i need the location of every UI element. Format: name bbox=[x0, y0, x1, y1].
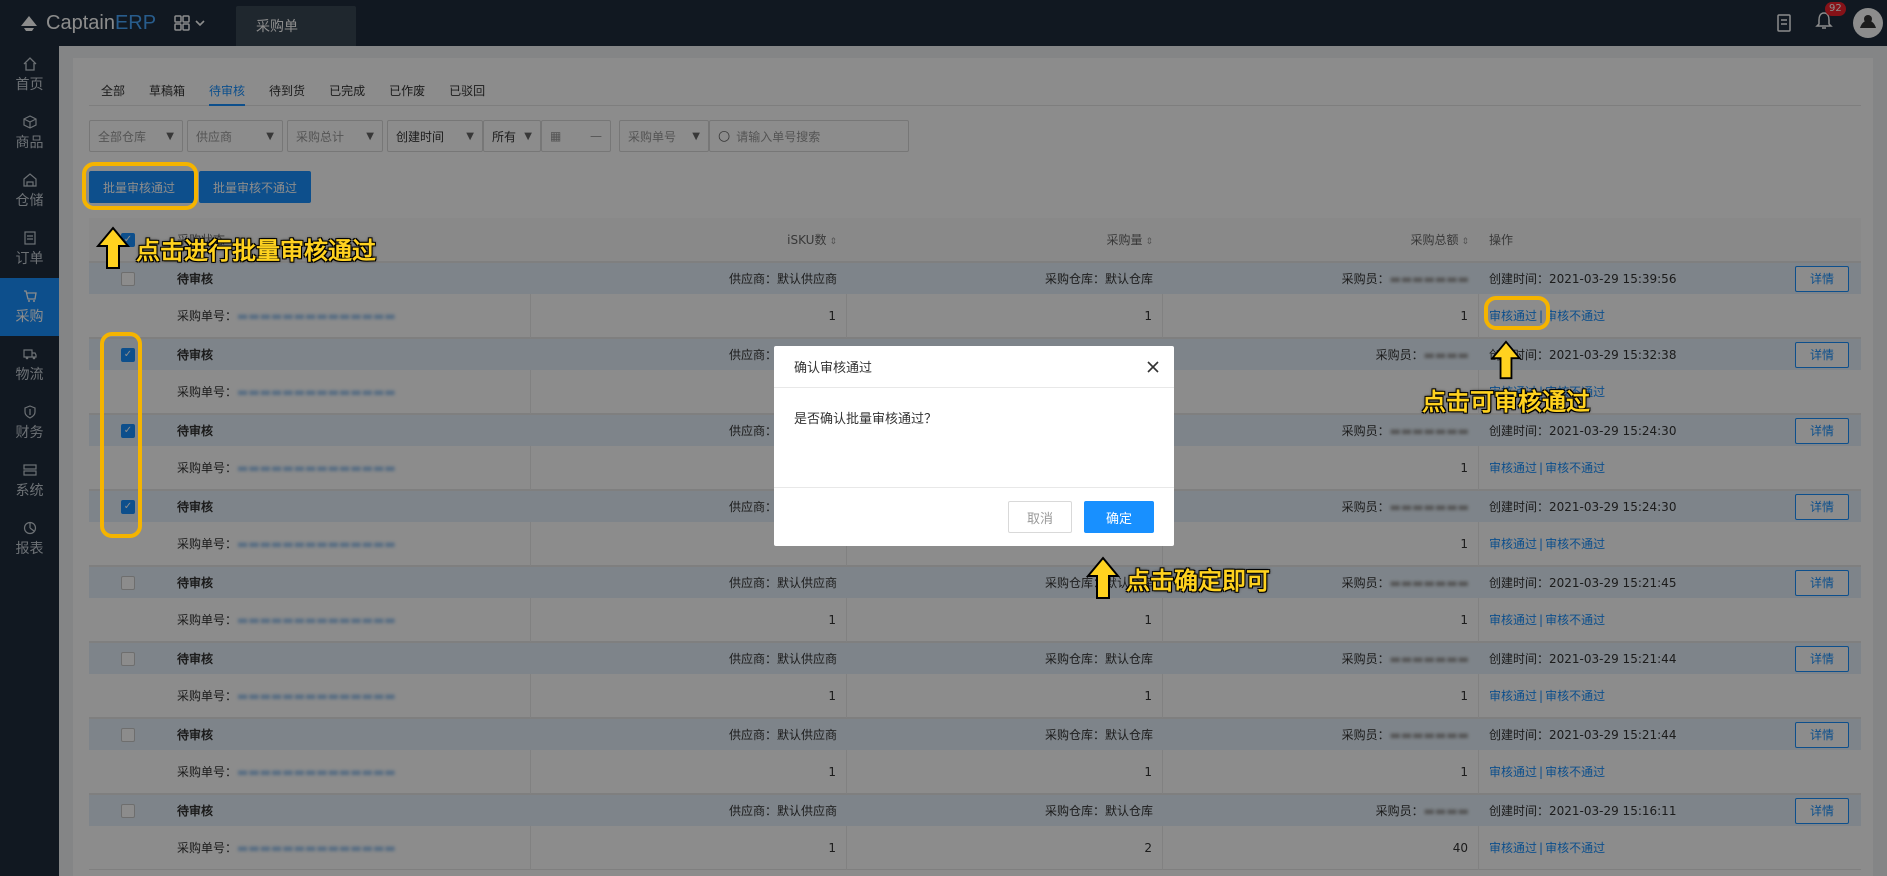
confirm-dialog: 确认审核通过 是否确认批量审核通过？ 取消 确定 bbox=[774, 346, 1174, 546]
annotation-single: 点击可审核通过 bbox=[1422, 340, 1590, 417]
annotation-confirm: 点击确定即可 bbox=[1086, 556, 1270, 600]
up-arrow-icon bbox=[1086, 556, 1120, 599]
up-arrow-icon bbox=[1490, 340, 1522, 380]
dialog-header: 确认审核通过 bbox=[774, 346, 1174, 388]
highlight-checkboxes bbox=[100, 332, 142, 538]
annotation-batch-text: 点击进行批量审核通过 bbox=[136, 236, 376, 265]
close-icon[interactable] bbox=[1146, 360, 1160, 374]
dialog-message: 是否确认批量审核通过？ bbox=[794, 412, 938, 427]
confirm-button[interactable]: 确定 bbox=[1083, 501, 1154, 533]
dialog-footer: 取消 确定 bbox=[774, 488, 1174, 546]
annotation-confirm-text: 点击确定即可 bbox=[1126, 566, 1270, 595]
cancel-button[interactable]: 取消 bbox=[1007, 501, 1072, 533]
up-arrow-icon bbox=[96, 226, 130, 269]
annotation-batch: 点击进行批量审核通过 bbox=[96, 226, 376, 270]
highlight-approve-link bbox=[1484, 296, 1550, 330]
annotation-single-text: 点击可审核通过 bbox=[1422, 388, 1590, 416]
highlight-batch-approve bbox=[82, 162, 198, 210]
dialog-body: 是否确认批量审核通过？ bbox=[774, 388, 1174, 488]
dialog-title: 确认审核通过 bbox=[794, 361, 873, 376]
